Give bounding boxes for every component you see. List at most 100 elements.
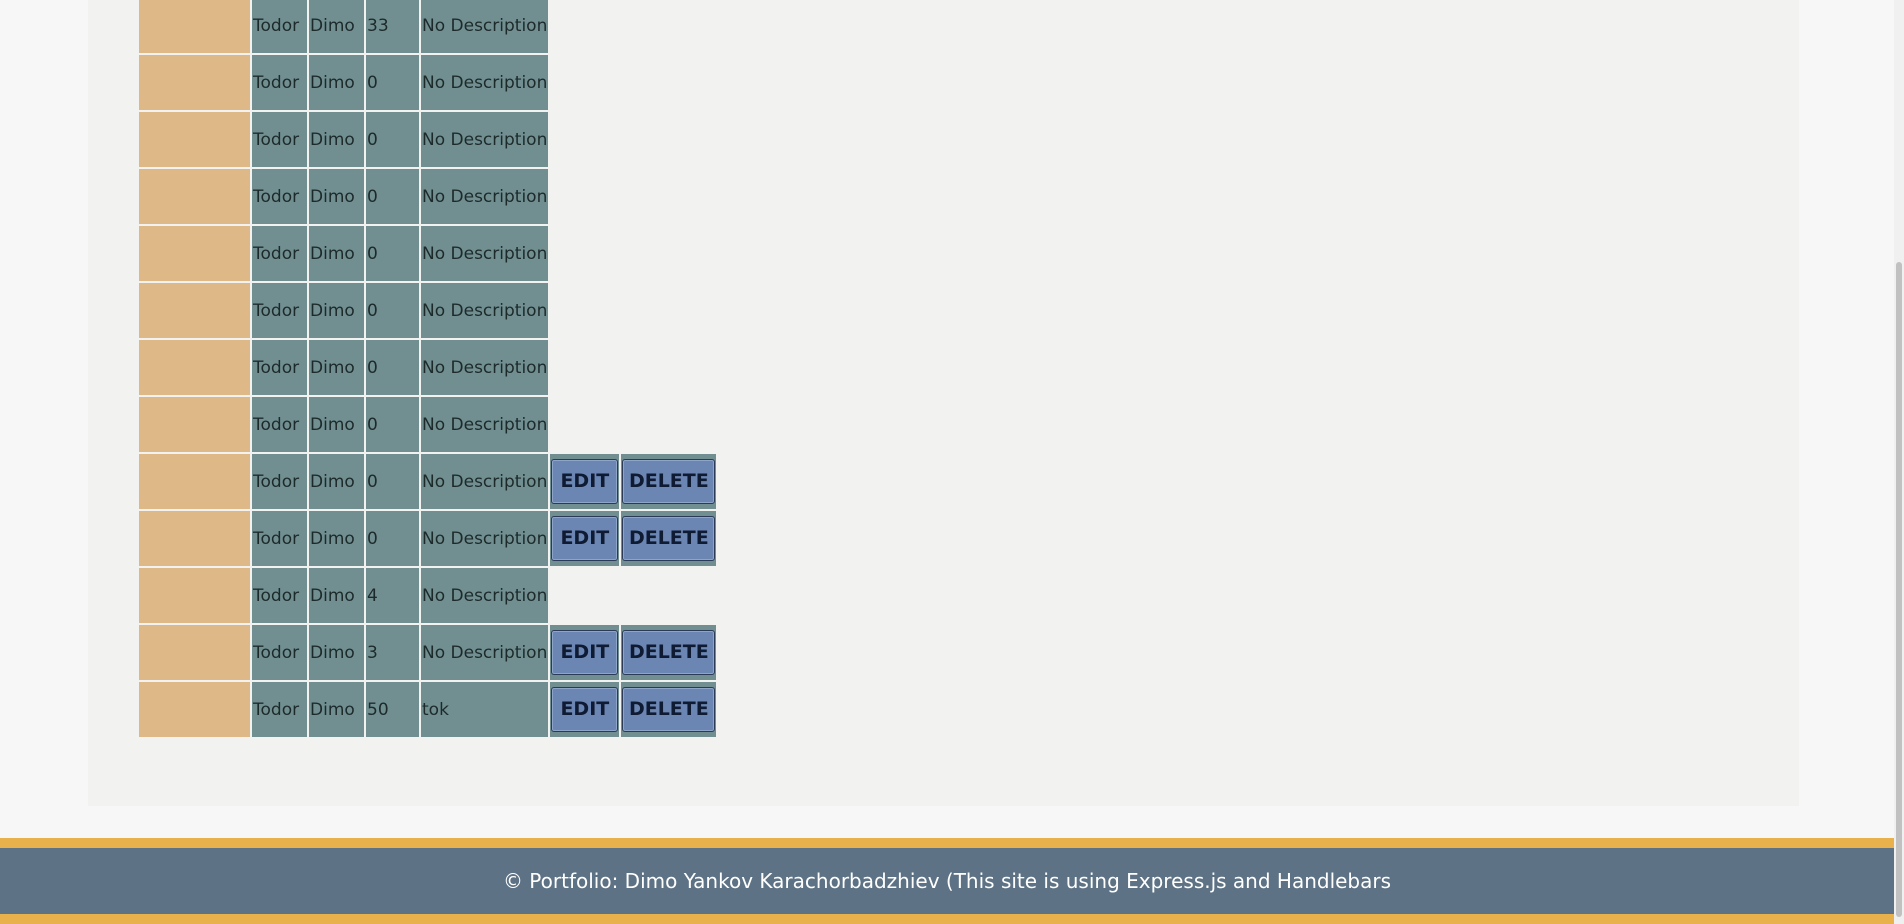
cell-user: Todor [252,397,307,452]
cell-empty [621,112,716,167]
cell-name: Dimo [309,454,364,509]
game-thumbnail [139,682,250,737]
cell-name: Dimo [309,169,364,224]
cell-user: Todor [252,226,307,281]
scrollbar-thumb[interactable] [1896,262,1902,917]
cell-name: Dimo [309,511,364,566]
cell-name: Dimo [309,625,364,680]
cell-description: No Description [421,226,549,281]
cell-score: 0 [366,226,419,281]
cell-description: No Description [421,397,549,452]
cell-name: Dimo [309,55,364,110]
cell-empty [550,169,619,224]
footer-text: © Portfolio: Dimo Yankov Karachorbadzhie… [502,869,1392,893]
table-row: Todor Dimo 0 No Description [139,397,716,452]
table-row: Todor Dimo 0 No Description [139,55,716,110]
vertical-scrollbar[interactable] [1894,0,1904,924]
game-thumbnail [139,169,250,224]
cell-empty [621,55,716,110]
table-row: Todor Dimo 50 tok EDIT DELETE [139,682,717,737]
cell-name: Dimo [309,112,364,167]
table-row: Todor Dimo 3 No Description EDIT DELETE [139,625,717,680]
cell-score: 0 [366,454,419,509]
table-row: Todor Dimo 0 No Description [139,169,716,224]
cell-empty [621,226,716,281]
game-thumbnail [139,625,250,680]
table-row: Todor Dimo 0 No Description [139,226,716,281]
game-thumbnail [139,226,250,281]
cell-delete: DELETE [621,625,717,680]
cell-name: Dimo [309,568,364,623]
edit-button[interactable]: EDIT [551,459,619,504]
footer: © Portfolio: Dimo Yankov Karachorbadzhie… [0,838,1894,924]
cell-description: No Description [421,625,549,680]
cell-description: No Description [421,511,549,566]
cell-name: Dimo [309,283,364,338]
cell-name: Dimo [309,226,364,281]
cell-description: tok [421,682,549,737]
game-thumbnail [139,454,250,509]
cell-score: 0 [366,511,419,566]
cell-score: 0 [366,397,419,452]
page: Todor Dimo 33 No Description Todor Dimo 0 No De… [0,0,1904,924]
table-row: Todor Dimo 0 No Description EDIT DELETE [139,511,717,566]
cell-empty [550,226,619,281]
cell-description: No Description [421,112,549,167]
edit-button[interactable]: EDIT [551,687,619,732]
cell-empty [621,568,716,623]
cell-score: 0 [366,112,419,167]
cell-description: No Description [421,340,549,395]
game-thumbnail [139,112,250,167]
cell-name: Dimo [309,397,364,452]
cell-score: 50 [366,682,419,737]
game-thumbnail [139,340,250,395]
cell-score: 0 [366,283,419,338]
delete-button[interactable]: DELETE [622,630,716,675]
cell-user: Todor [252,682,307,737]
cell-user: Todor [252,169,307,224]
cell-description: No Description [421,55,549,110]
cell-empty [621,0,716,53]
cell-name: Dimo [309,682,364,737]
games-table: Todor Dimo 33 No Description Todor Dimo 0 No De… [137,0,718,739]
cell-score: 33 [366,0,419,53]
cell-description: No Description [421,283,549,338]
table-row: Todor Dimo 0 No Description [139,340,716,395]
table-row: Todor Dimo 33 No Description [139,0,716,53]
cell-delete: DELETE [621,682,717,737]
delete-button[interactable]: DELETE [622,687,716,732]
cell-description: No Description [421,169,549,224]
game-thumbnail [139,568,250,623]
cell-empty [621,397,716,452]
delete-button[interactable]: DELETE [622,459,716,504]
cell-user: Todor [252,340,307,395]
cell-user: Todor [252,55,307,110]
cell-empty [550,283,619,338]
cell-user: Todor [252,112,307,167]
cell-description: No Description [421,0,549,53]
cell-user: Todor [252,625,307,680]
cell-empty [550,0,619,53]
edit-button[interactable]: EDIT [551,516,619,561]
table-row: Todor Dimo 0 No Description [139,112,716,167]
games-table-body: Todor Dimo 33 No Description Todor Dimo 0 No De… [139,0,717,737]
edit-button[interactable]: EDIT [551,630,619,675]
cell-edit: EDIT [550,454,620,509]
cell-user: Todor [252,454,307,509]
cell-edit: EDIT [550,625,620,680]
game-thumbnail [139,283,250,338]
table-row: Todor Dimo 0 No Description EDIT DELETE [139,454,717,509]
game-thumbnail [139,55,250,110]
cell-delete: DELETE [621,454,717,509]
cell-user: Todor [252,0,307,53]
cell-name: Dimo [309,0,364,53]
cell-name: Dimo [309,340,364,395]
cell-empty [550,568,619,623]
cell-edit: EDIT [550,511,620,566]
game-thumbnail [139,511,250,566]
cell-empty [621,340,716,395]
delete-button[interactable]: DELETE [622,516,716,561]
cell-score: 0 [366,55,419,110]
cell-empty [550,55,619,110]
table-row: Todor Dimo 4 No Description [139,568,716,623]
